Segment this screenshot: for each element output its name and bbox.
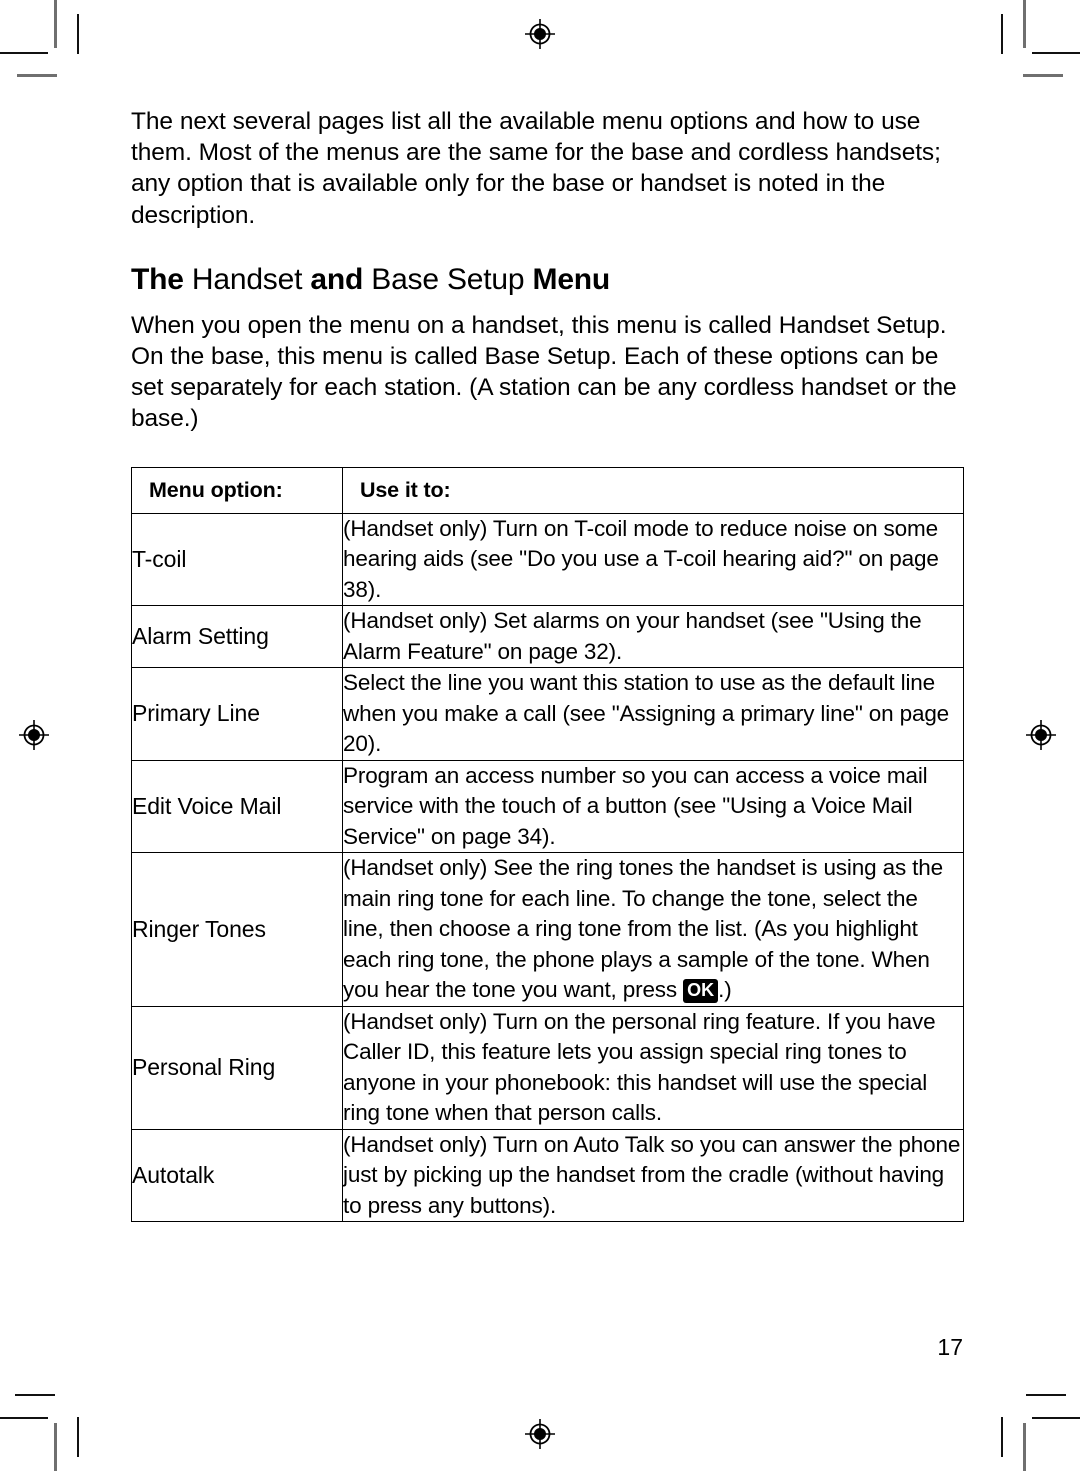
menu-option-name: Autotalk <box>131 1128 343 1223</box>
crop-mark-top-left-vertical-inner <box>77 14 79 54</box>
menu-option-name: Personal Ring <box>131 1005 343 1130</box>
description-text-before-key: (Handset only) See the ring tones the ha… <box>343 855 943 1003</box>
crop-mark-top-right-horizontal-inner <box>1023 74 1063 77</box>
menu-option-description: Select the line you want this station to… <box>342 667 964 761</box>
menu-option-name: Alarm Setting <box>131 605 343 669</box>
registration-target-icon-bottom <box>525 1419 555 1449</box>
table-row: Alarm Setting (Handset only) Set alarms … <box>131 605 964 669</box>
crop-mark-bottom-left-vertical <box>54 1423 57 1471</box>
page-title-part-menu: Menu <box>532 262 611 296</box>
page-title-part-base-setup: Base Setup <box>371 262 525 296</box>
registration-target-icon-top <box>525 19 555 49</box>
page-title-part-the: The <box>131 262 184 296</box>
table-row: Personal Ring (Handset only) Turn on the… <box>131 1005 964 1130</box>
page-title-part-and: and <box>310 262 364 296</box>
crop-mark-bottom-left-vertical-inner <box>77 1417 79 1457</box>
section-paragraph: When you open the menu on a handset, thi… <box>131 311 957 433</box>
page-title: The Handset and Base Setup Menu <box>131 262 963 298</box>
menu-option-name: T-coil <box>131 512 343 607</box>
page-title-part-handset: Handset <box>191 262 303 296</box>
menu-option-description: (Handset only) Turn on Auto Talk so you … <box>342 1128 964 1223</box>
description-text-after-key: .) <box>718 977 732 1003</box>
table-row: Primary Line Select the line you want th… <box>131 667 964 761</box>
page-number: 17 <box>937 1334 963 1360</box>
registration-target-icon-left <box>19 720 49 750</box>
table-row: T-coil (Handset only) Turn on T-coil mod… <box>131 512 964 607</box>
intro-paragraph: The next several pages list all the avai… <box>131 108 941 229</box>
table-header-menu-option: Menu option: <box>131 466 343 514</box>
menu-option-description: (Handset only) See the ring tones the ha… <box>342 852 964 1007</box>
menu-option-name: Primary Line <box>131 667 343 761</box>
menu-option-description: (Handset only) Set alarms on your handse… <box>342 605 964 669</box>
crop-mark-top-right-horizontal <box>1032 52 1080 54</box>
menu-option-name: Edit Voice Mail <box>131 759 343 854</box>
ok-key-badge: OK <box>683 979 719 1004</box>
registration-target-icon-right <box>1026 720 1056 750</box>
crop-mark-top-right-vertical-inner <box>1001 14 1003 54</box>
menu-option-description: Program an access number so you can acce… <box>342 759 964 854</box>
menu-option-description: (Handset only) Turn on T-coil mode to re… <box>342 512 964 607</box>
crop-mark-bottom-left-horizontal <box>0 1417 48 1419</box>
crop-mark-bottom-right-horizontal <box>1032 1417 1080 1419</box>
menu-options-table: Menu option: Use it to: T-coil (Handset … <box>131 466 964 1223</box>
table-header-row: Menu option: Use it to: <box>131 466 964 514</box>
menu-option-name: Ringer Tones <box>131 852 343 1007</box>
page-content: The next several pages list all the avai… <box>131 106 964 1223</box>
table-row: Ringer Tones (Handset only) See the ring… <box>131 852 964 1007</box>
crop-mark-top-left-horizontal <box>0 52 48 54</box>
crop-mark-bottom-left-horizontal-inner <box>15 1394 55 1396</box>
table-header-use-it-to: Use it to: <box>342 466 964 514</box>
table-row: Autotalk (Handset only) Turn on Auto Tal… <box>131 1128 964 1223</box>
crop-mark-bottom-right-vertical <box>1023 1423 1026 1471</box>
table-row: Edit Voice Mail Program an access number… <box>131 759 964 854</box>
crop-mark-top-left-vertical <box>54 0 57 48</box>
crop-mark-top-left-horizontal-inner <box>17 74 57 77</box>
crop-mark-top-right-vertical <box>1023 0 1026 48</box>
crop-mark-bottom-right-horizontal-inner <box>1026 1394 1066 1396</box>
crop-mark-bottom-right-vertical-inner <box>1001 1417 1003 1457</box>
menu-option-description: (Handset only) Turn on the personal ring… <box>342 1005 964 1130</box>
